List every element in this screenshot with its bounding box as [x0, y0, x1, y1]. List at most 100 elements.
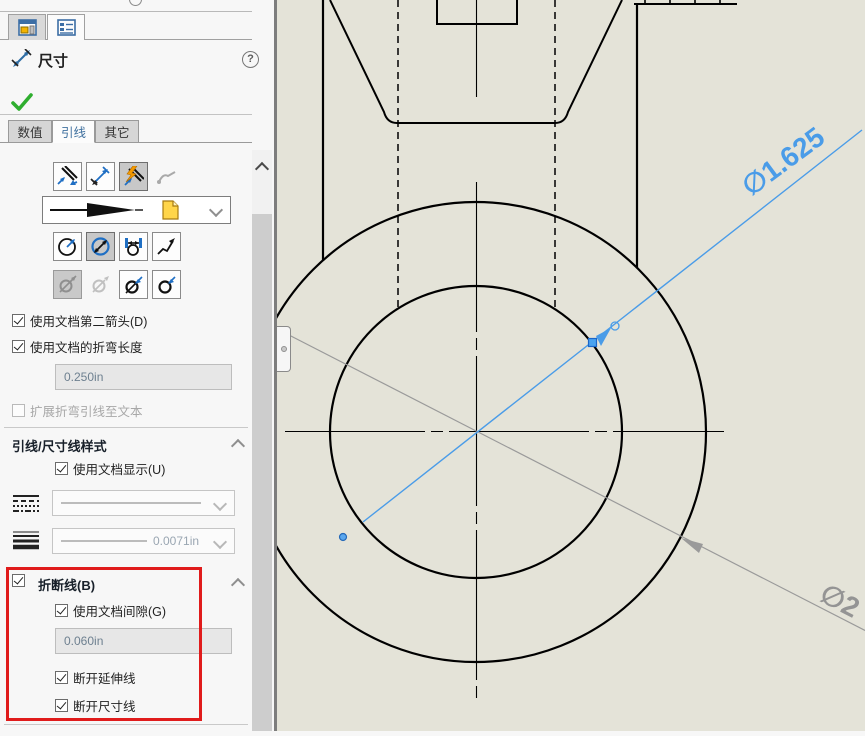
arrow-style-select[interactable] — [42, 196, 231, 224]
checkbox-box[interactable] — [12, 314, 25, 327]
line-thickness-select: 0.0071in — [52, 528, 235, 554]
panel-scrollbar[interactable] — [252, 150, 272, 731]
diameter-style-1-button — [53, 270, 82, 299]
tab-other[interactable]: 其它 — [95, 120, 139, 143]
top-divider — [0, 11, 252, 12]
tab-leaders-label: 引线 — [61, 122, 86, 141]
line-thickness-value: 0.0071in — [153, 534, 199, 548]
checkbox-box[interactable] — [55, 699, 68, 712]
section-divider — [4, 427, 248, 428]
tab-value[interactable]: 数值 — [8, 120, 52, 143]
line-thickness-icon — [12, 530, 40, 550]
gray-arrowhead-icon — [681, 538, 703, 553]
extend-leader-checkbox: 扩展折弯引线至文本 — [12, 401, 143, 420]
panel-title: 尺寸 — [38, 50, 68, 71]
leader-style-header: 引线/尺寸线样式 — [12, 436, 107, 455]
dimension-drag-handle[interactable] — [589, 339, 597, 347]
diameter-leader-icon — [90, 236, 111, 257]
use-doc-gap-label: 使用文档间隙(G) — [73, 601, 166, 620]
break-lines-checkbox[interactable] — [12, 574, 30, 587]
diameter-style-3-icon — [123, 274, 144, 295]
use-doc-gap-checkbox[interactable]: 使用文档间隙(G) — [55, 601, 166, 620]
ok-check-button[interactable] — [10, 91, 34, 113]
use-doc-display-checkbox[interactable]: 使用文档显示(U) — [55, 459, 165, 478]
bend-length-input[interactable] — [55, 364, 232, 390]
checkbox-box[interactable] — [55, 604, 68, 617]
break-dimension-label: 断开尺寸线 — [73, 696, 136, 715]
scrollbar-thumb[interactable] — [252, 184, 272, 214]
use-doc-second-arrow-checkbox[interactable]: 使用文档第二箭头(D) — [12, 311, 147, 330]
diameter-leader-button[interactable] — [86, 232, 115, 261]
arrows-outside-button[interactable] — [53, 162, 82, 191]
checkbox-box[interactable] — [12, 340, 25, 353]
selected-dimension-text[interactable]: ∅1.625 — [736, 121, 830, 202]
collapse-chevron-icon[interactable] — [231, 578, 245, 592]
selected-dimension-line[interactable] — [363, 130, 862, 522]
arrow-style-preview — [47, 199, 197, 221]
property-manager-panel: 尺寸 ? 数值 引线 其它 — [0, 0, 252, 731]
section-divider — [4, 724, 248, 725]
diameter-style-2-icon — [86, 270, 115, 299]
tab-value-label: 数值 — [17, 122, 42, 141]
arrows-smart-icon — [123, 166, 144, 187]
checkbox-box[interactable] — [55, 462, 68, 475]
break-extension-label: 断开延伸线 — [73, 668, 136, 687]
radius-leader-button[interactable] — [53, 232, 82, 261]
tab-leaders[interactable]: 引线 — [52, 120, 95, 143]
jogged-leader-icon — [156, 236, 177, 257]
arrows-smart-button[interactable] — [119, 162, 148, 191]
chevron-down-icon — [213, 497, 227, 511]
line-thickness-preview — [61, 536, 149, 546]
feature-manager-icon — [18, 19, 37, 36]
checkbox-box[interactable] — [12, 574, 25, 587]
radius-leader-icon — [57, 236, 78, 257]
arrows-inside-icon — [90, 166, 111, 187]
property-manager-icon — [57, 19, 76, 36]
section-divider — [0, 114, 252, 115]
chevron-down-icon — [213, 535, 227, 549]
checkbox-box[interactable] — [55, 671, 68, 684]
use-doc-display-label: 使用文档显示(U) — [73, 459, 165, 478]
scrollbar-up-button[interactable] — [252, 150, 272, 184]
help-icon[interactable]: ? — [242, 51, 259, 68]
tab-other-label: 其它 — [104, 122, 129, 141]
chevron-up-icon — [255, 162, 269, 176]
chevron-down-icon — [209, 203, 223, 217]
use-doc-second-arrow-label: 使用文档第二箭头(D) — [30, 311, 147, 330]
checkbox-box — [12, 404, 25, 417]
foreshortened-leader-button[interactable] — [119, 232, 148, 261]
arrows-inside-button[interactable] — [86, 162, 115, 191]
outer-diameter-dimension-text[interactable]: ∅2 — [815, 578, 864, 624]
tab-feature-manager[interactable] — [8, 14, 46, 40]
line-style-preview — [61, 498, 211, 508]
extend-leader-label: 扩展折弯引线至文本 — [30, 401, 143, 420]
clipped-help-icon — [129, 0, 142, 6]
diameter-style-1-icon — [57, 274, 78, 295]
diameter-style-3-button[interactable] — [119, 270, 148, 299]
use-doc-bend-length-label: 使用文档的折弯长度 — [30, 337, 143, 356]
drawing-view: ∅2 ∅1.625 — [277, 0, 865, 731]
line-style-select — [52, 490, 235, 516]
gray-dimension-line[interactable] — [287, 334, 865, 632]
curved-leader-icon — [152, 162, 181, 191]
collapse-chevron-icon[interactable] — [231, 439, 245, 453]
break-extension-checkbox[interactable]: 断开延伸线 — [55, 668, 136, 687]
break-gap-input[interactable] — [55, 628, 232, 654]
drawing-canvas[interactable]: ∅2 ∅1.625 — [277, 0, 865, 731]
dimension-end-point[interactable] — [340, 534, 347, 541]
jogged-leader-button[interactable] — [152, 232, 181, 261]
solidworks-window: { "panel": { "title": "尺寸", "help": "?",… — [0, 0, 865, 731]
panel-splitter-handle[interactable] — [277, 326, 291, 372]
dimension-icon — [11, 49, 33, 69]
use-doc-bend-length-checkbox[interactable]: 使用文档的折弯长度 — [12, 337, 143, 356]
arrows-outside-icon — [57, 166, 78, 187]
break-lines-header: 折断线(B) — [38, 575, 95, 594]
diameter-style-4-button[interactable] — [152, 270, 181, 299]
foreshortened-leader-icon — [123, 236, 144, 257]
splitter-grip-icon — [281, 346, 287, 352]
tab-property-manager[interactable] — [47, 14, 85, 40]
line-style-icon — [12, 493, 40, 513]
break-dimension-checkbox[interactable]: 断开尺寸线 — [55, 696, 136, 715]
subtab-divider — [0, 142, 252, 143]
blue-arrowhead-icon — [596, 328, 611, 346]
